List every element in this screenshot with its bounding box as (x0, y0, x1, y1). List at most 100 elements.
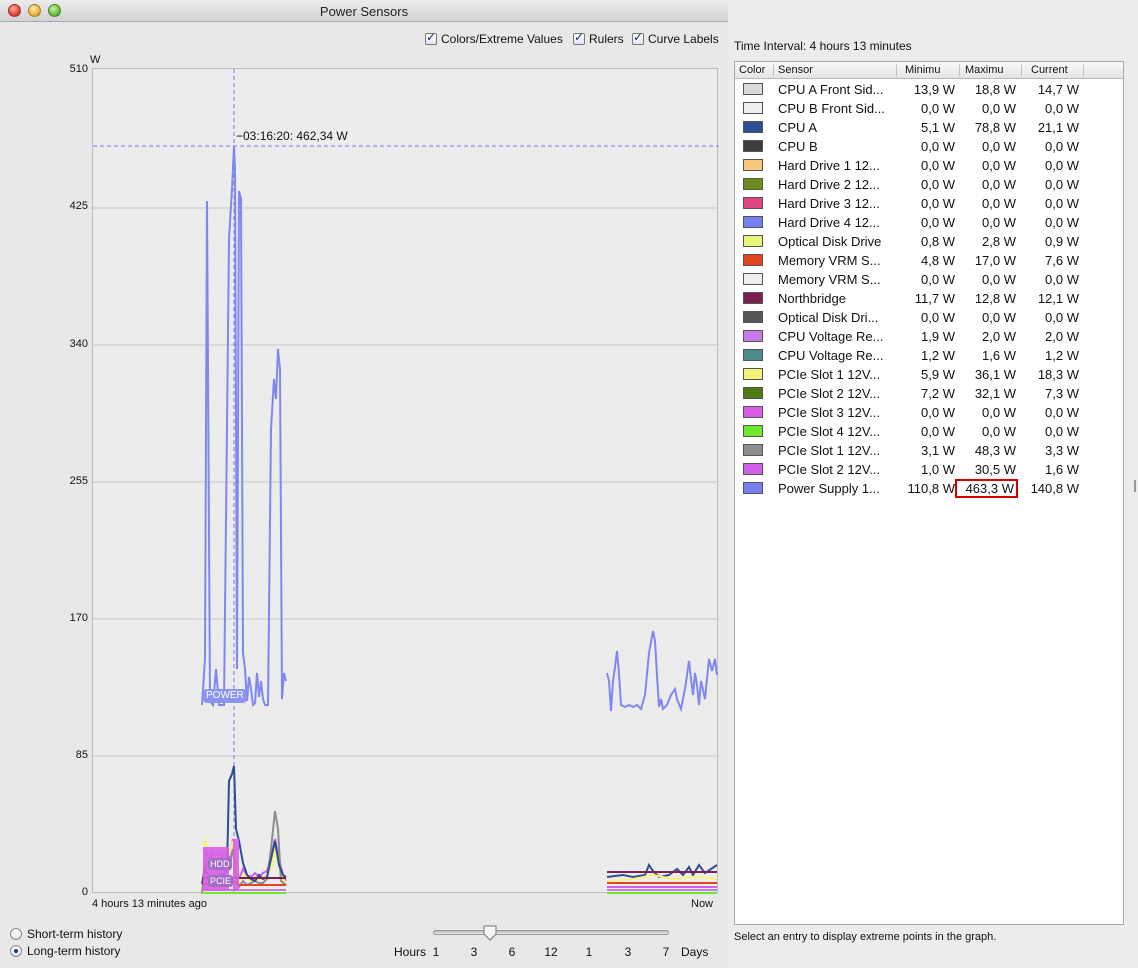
sensor-row[interactable]: CPU Voltage Re... 1,2 W 1,6 W 1,2 W (735, 346, 1123, 365)
checkbox-checked-icon[interactable] (425, 30, 437, 45)
sensor-row[interactable]: PCIe Slot 1 12V... 3,1 W 48,3 W 3,3 W (735, 441, 1123, 460)
history-range-slider[interactable] (433, 930, 669, 935)
sensor-maximum: 2,0 W (982, 329, 1016, 344)
sensor-row[interactable]: PCIe Slot 3 12V... 0,0 W 0,0 W 0,0 W (735, 403, 1123, 422)
sensor-color-swatch[interactable] (743, 197, 763, 209)
checkbox-checked-icon[interactable] (632, 30, 644, 45)
slider-knob-icon[interactable] (483, 925, 497, 941)
sensor-color-swatch[interactable] (743, 311, 763, 323)
sensor-current: 0,0 W (1045, 272, 1079, 287)
checkbox-checked-icon[interactable] (573, 30, 585, 45)
sensor-row[interactable]: CPU B Front Sid... 0,0 W 0,0 W 0,0 W (735, 99, 1123, 118)
slider-tick-label: 7 (662, 945, 670, 959)
sensor-table[interactable]: Color Sensor Minimu Maximu Current CPU A… (734, 61, 1124, 925)
y-tick-label: 85 (75, 749, 88, 761)
sensor-name: CPU A (778, 120, 818, 135)
sensor-row[interactable]: PCIe Slot 1 12V... 5,9 W 36,1 W 18,3 W (735, 365, 1123, 384)
sensor-row[interactable]: Hard Drive 3 12... 0,0 W 0,0 W 0,0 W (735, 194, 1123, 213)
sensor-minimum: 4,8 W (921, 253, 955, 268)
sensor-maximum: 36,1 W (974, 367, 1016, 382)
sensor-row[interactable]: Memory VRM S... 0,0 W 0,0 W 0,0 W (735, 270, 1123, 289)
sensor-color-swatch[interactable] (743, 368, 763, 380)
sensor-color-swatch[interactable] (743, 102, 763, 114)
sensor-maximum: 0,0 W (982, 101, 1016, 116)
sensor-color-swatch[interactable] (743, 216, 763, 228)
sensor-row[interactable]: PCIe Slot 2 12V... 7,2 W 32,1 W 7,3 W (735, 384, 1123, 403)
column-header-color[interactable]: Color (739, 64, 765, 76)
sensor-color-swatch[interactable] (743, 482, 763, 494)
short-term-history-radio[interactable]: Short-term history (10, 927, 122, 941)
power-graph[interactable]: −03:16:20: 462,34 W POWER PCIE HDD (92, 68, 719, 894)
column-header-maximum[interactable]: Maximu (965, 64, 1004, 76)
sensor-minimum: 3,1 W (921, 443, 955, 458)
sensor-panel: Time Interval: 4 hours 13 minutes Color … (728, 0, 1138, 968)
sensor-maximum: 32,1 W (974, 386, 1016, 401)
y-tick-label: 170 (69, 612, 88, 624)
colors-extreme-values-label: Colors/Extreme Values (441, 32, 563, 46)
sensor-color-swatch[interactable] (743, 235, 763, 247)
sensor-color-swatch[interactable] (743, 406, 763, 418)
sensor-color-swatch[interactable] (743, 254, 763, 266)
pcie-area-block (233, 839, 239, 891)
sensor-row[interactable]: CPU A 5,1 W 78,8 W 21,1 W (735, 118, 1123, 137)
sensor-minimum: 7,2 W (921, 386, 955, 401)
sensor-color-swatch[interactable] (743, 425, 763, 437)
sensor-row[interactable]: Optical Disk Drive 0,8 W 2,8 W 0,9 W (735, 232, 1123, 251)
sensor-color-swatch[interactable] (743, 292, 763, 304)
sensor-row[interactable]: CPU B 0,0 W 0,0 W 0,0 W (735, 137, 1123, 156)
sensor-maximum: 12,8 W (974, 291, 1016, 306)
sensor-row[interactable]: PCIe Slot 4 12V... 0,0 W 0,0 W 0,0 W (735, 422, 1123, 441)
sensor-row[interactable]: Hard Drive 2 12... 0,0 W 0,0 W 0,0 W (735, 175, 1123, 194)
sensor-row[interactable]: Power Supply 1... 110,8 W 463,3 W 140,8 W (735, 479, 1123, 498)
column-header-current[interactable]: Current (1031, 64, 1068, 76)
sensor-current: 2,0 W (1045, 329, 1079, 344)
sensor-maximum: 2,8 W (982, 234, 1016, 249)
sensor-maximum: 0,0 W (982, 139, 1016, 154)
colors-extreme-values-checkbox[interactable]: Colors/Extreme Values (425, 30, 563, 46)
sensor-color-swatch[interactable] (743, 121, 763, 133)
sensor-maximum: 18,8 W (974, 82, 1016, 97)
sensor-row[interactable]: CPU A Front Sid... 13,9 W 18,8 W 14,7 W (735, 80, 1123, 99)
long-term-history-radio[interactable]: Long-term history (10, 944, 120, 958)
sensor-minimum: 1,0 W (921, 462, 955, 477)
sensor-minimum: 0,0 W (921, 139, 955, 154)
power-graph-svg[interactable] (93, 69, 719, 894)
time-interval-label: Time Interval: 4 hours 13 minutes (734, 39, 912, 53)
column-header-minimum[interactable]: Minimu (905, 64, 940, 76)
sensor-color-swatch[interactable] (743, 387, 763, 399)
y-tick-label: 255 (69, 475, 88, 487)
sensor-name: CPU A Front Sid... (778, 82, 884, 97)
sensor-color-swatch[interactable] (743, 83, 763, 95)
sensor-color-swatch[interactable] (743, 349, 763, 361)
sensor-color-swatch[interactable] (743, 444, 763, 456)
radio-off-icon[interactable] (10, 928, 22, 940)
curve-label-hdd: HDD (208, 858, 232, 870)
curve-labels-checkbox[interactable]: Curve Labels (632, 30, 719, 46)
sensor-color-swatch[interactable] (743, 273, 763, 285)
radio-on-icon[interactable] (10, 945, 22, 957)
sensor-minimum: 0,0 W (921, 101, 955, 116)
sensor-row[interactable]: Memory VRM S... 4,8 W 17,0 W 7,6 W (735, 251, 1123, 270)
y-tick-label: 510 (69, 63, 88, 75)
sensor-color-swatch[interactable] (743, 463, 763, 475)
sensor-maximum: 0,0 W (982, 424, 1016, 439)
split-view-divider[interactable] (1134, 480, 1136, 492)
sensor-color-swatch[interactable] (743, 178, 763, 190)
sensor-row[interactable]: Optical Disk Dri... 0,0 W 0,0 W 0,0 W (735, 308, 1123, 327)
sensor-color-swatch[interactable] (743, 159, 763, 171)
sensor-minimum: 5,1 W (921, 120, 955, 135)
sensor-color-swatch[interactable] (743, 330, 763, 342)
sensor-row[interactable]: CPU Voltage Re... 1,9 W 2,0 W 2,0 W (735, 327, 1123, 346)
slider-days-label: Days (681, 945, 709, 959)
sensor-row[interactable]: Northbridge 11,7 W 12,8 W 12,1 W (735, 289, 1123, 308)
sensor-current: 0,0 W (1045, 196, 1079, 211)
sensor-current: 18,3 W (1037, 367, 1079, 382)
sensor-name: Northbridge (778, 291, 846, 306)
column-header-sensor[interactable]: Sensor (778, 64, 813, 76)
sensor-row[interactable]: Hard Drive 4 12... 0,0 W 0,0 W 0,0 W (735, 213, 1123, 232)
sensor-row[interactable]: PCIe Slot 2 12V... 1,0 W 30,5 W 1,6 W (735, 460, 1123, 479)
rulers-checkbox[interactable]: Rulers (573, 30, 624, 46)
sensor-color-swatch[interactable] (743, 140, 763, 152)
sensor-row[interactable]: Hard Drive 1 12... 0,0 W 0,0 W 0,0 W (735, 156, 1123, 175)
sensor-maximum: 30,5 W (974, 462, 1016, 477)
